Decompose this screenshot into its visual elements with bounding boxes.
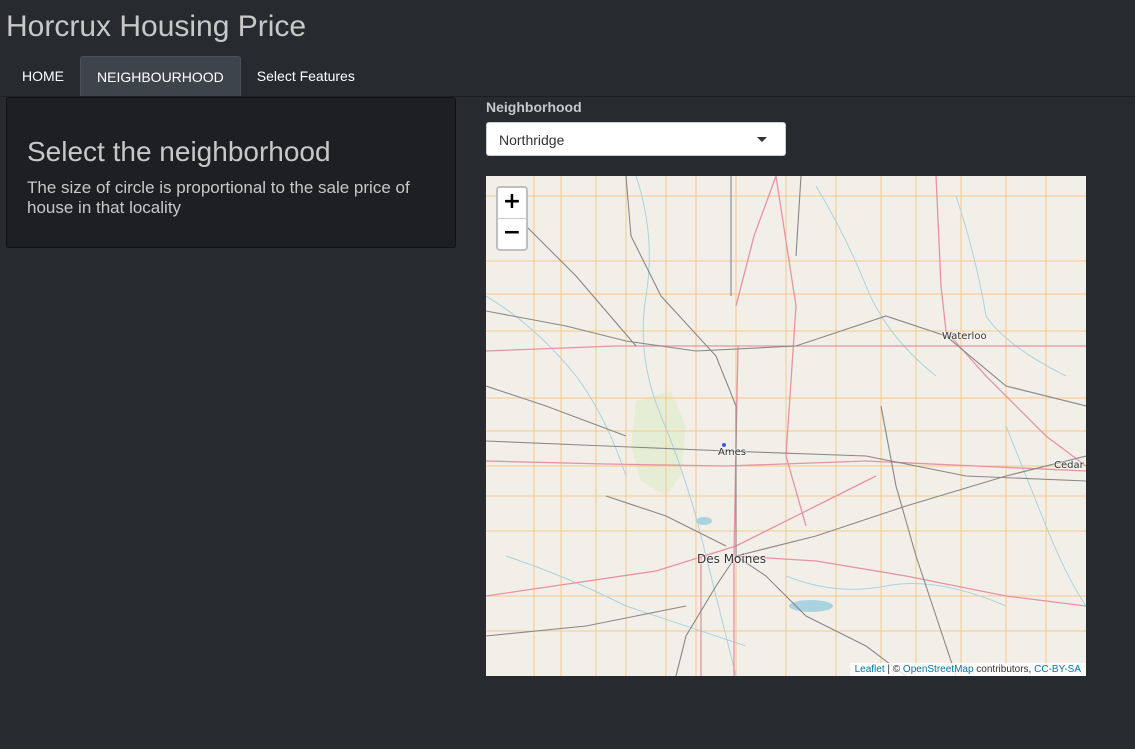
map-attribution: Leaflet | © OpenStreetMap contributors, … xyxy=(849,663,1086,676)
app-title: Horcrux Housing Price xyxy=(6,10,307,43)
openstreetmap-link[interactable]: OpenStreetMap xyxy=(903,664,974,675)
zoom-out-button[interactable]: − xyxy=(498,219,526,249)
neighborhood-select-value: Northridge xyxy=(499,132,565,148)
cc-by-sa-link[interactable]: CC-BY-SA xyxy=(1034,664,1081,675)
zoom-control: + − xyxy=(496,186,528,251)
city-label-ames: Ames xyxy=(718,447,746,458)
leaflet-link[interactable]: Leaflet xyxy=(855,664,885,675)
city-label-cedar: Cedar xyxy=(1054,460,1084,471)
side-panel-heading: Select the neighborhood xyxy=(27,136,331,167)
tab-neighbourhood[interactable]: NEIGHBOURHOOD xyxy=(80,56,241,96)
tab-home[interactable]: HOME xyxy=(6,56,80,96)
neighborhood-label: Neighborhood xyxy=(486,99,582,115)
side-panel: Select the neighborhood The size of circ… xyxy=(6,97,456,248)
zoom-in-button[interactable]: + xyxy=(498,188,526,219)
city-label-des-moines: Des Moines xyxy=(697,552,766,566)
map[interactable]: + − Waterloo Ames Cedar Des Moines Leafl… xyxy=(486,176,1086,676)
map-tiles xyxy=(486,176,1086,676)
caret-down-icon[interactable] xyxy=(757,137,767,142)
neighborhood-select[interactable]: Northridge xyxy=(486,122,786,156)
attribution-separator: | © xyxy=(884,664,903,675)
tab-select-features[interactable]: Select Features xyxy=(241,56,371,96)
attribution-contributors: contributors, xyxy=(973,664,1035,675)
nav-tabs: HOME NEIGHBOURHOOD Select Features xyxy=(6,56,371,96)
side-panel-description: The size of circle is proportional to th… xyxy=(27,178,410,217)
city-label-waterloo: Waterloo xyxy=(942,331,987,342)
